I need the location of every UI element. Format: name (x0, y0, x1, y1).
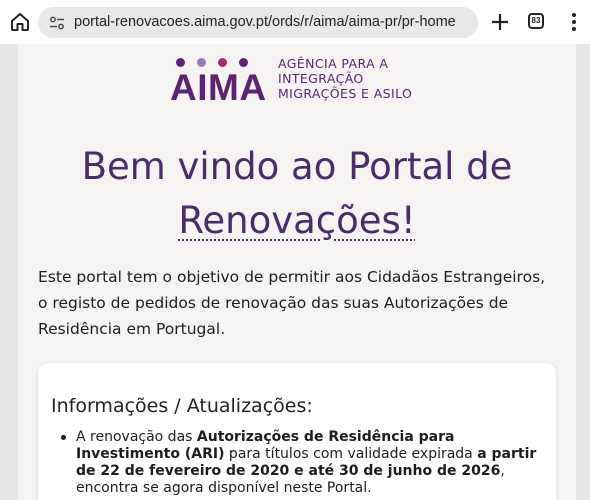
browser-toolbar: portal-renovacoes.aima.gov.pt/ords/r/aim… (0, 0, 590, 44)
bullet-icon (61, 435, 66, 440)
title-line-1: Bem vindo ao Portal de (81, 145, 513, 188)
logo-dot (197, 58, 206, 67)
page-content: AIMA AGÊNCIA PARA A INTEGRAÇÃO MIGRAÇÕES… (18, 44, 576, 500)
list-item: A renovação das Autorizações de Residênc… (58, 429, 538, 497)
url-text[interactable]: portal-renovacoes.aima.gov.pt/ords/r/aim… (74, 14, 456, 30)
site-settings-icon[interactable] (49, 15, 65, 31)
title-line-2: Renovações! (178, 199, 416, 242)
item-text: A renovação das (76, 429, 197, 445)
updates-title: Informações / Atualizações: (51, 395, 313, 417)
address-bar[interactable]: portal-renovacoes.aima.gov.pt/ords/r/aim… (38, 7, 478, 38)
logo-dot (218, 58, 227, 67)
updates-list: A renovação das Autorizações de Residênc… (58, 429, 538, 497)
tab-count: 83 (531, 16, 541, 25)
logo-tagline-1: AGÊNCIA PARA A (278, 56, 389, 71)
page-title: Bem vindo ao Portal de Renovações! (18, 140, 576, 248)
aima-logo[interactable]: AIMA AGÊNCIA PARA A INTEGRAÇÃO MIGRAÇÕES… (170, 54, 440, 108)
item-text: para títulos com validade expirada (224, 446, 478, 462)
intro-text: Este portal tem o objetivo de permitir a… (38, 268, 546, 338)
logo-word: AIMA (170, 67, 267, 108)
new-tab-icon[interactable] (488, 10, 512, 34)
more-menu-icon[interactable] (562, 10, 586, 34)
logo-dot (176, 58, 185, 67)
logo-tagline-3: MIGRAÇÕES E ASILO (278, 86, 413, 101)
home-icon[interactable] (8, 10, 32, 34)
logo-tagline-2: INTEGRAÇÃO (278, 71, 364, 86)
tab-switcher-button[interactable]: 83 (528, 13, 544, 29)
logo-dot (239, 58, 248, 67)
updates-card: Informações / Atualizações: A renovação … (38, 363, 556, 500)
